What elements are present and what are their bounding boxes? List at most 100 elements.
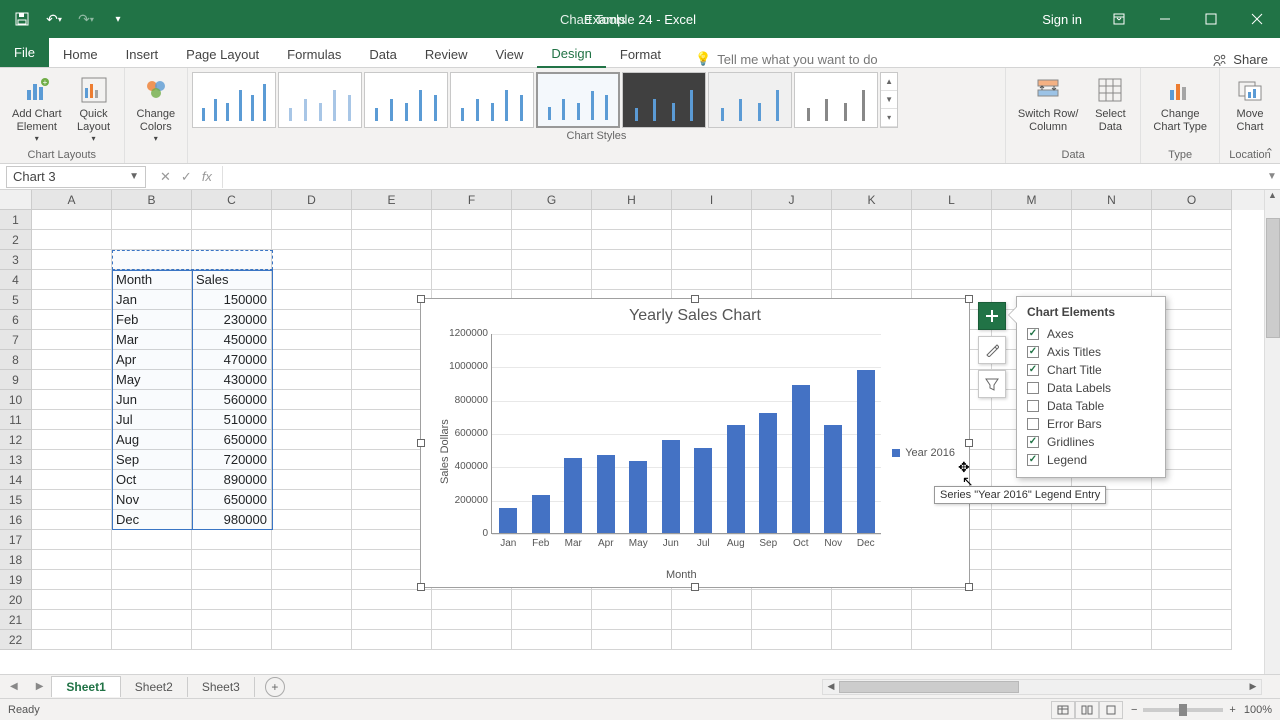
- cell[interactable]: [192, 530, 272, 550]
- cell[interactable]: [112, 250, 192, 270]
- change-chart-type-button[interactable]: Change Chart Type: [1147, 72, 1213, 136]
- cell[interactable]: [512, 590, 592, 610]
- cell[interactable]: [832, 230, 912, 250]
- cell[interactable]: [912, 610, 992, 630]
- cell[interactable]: [272, 490, 352, 510]
- chart-bar[interactable]: [662, 440, 680, 533]
- tab-view[interactable]: View: [481, 41, 537, 67]
- cell[interactable]: [752, 590, 832, 610]
- cell[interactable]: [592, 250, 672, 270]
- cell[interactable]: [832, 210, 912, 230]
- chart-styles-button[interactable]: [978, 336, 1006, 364]
- sheet-tab-1[interactable]: Sheet1: [51, 676, 120, 697]
- enter-formula-icon[interactable]: ✓: [181, 169, 192, 185]
- normal-view-icon[interactable]: [1051, 701, 1075, 719]
- sheet-tab-3[interactable]: Sheet3: [188, 677, 255, 697]
- cell[interactable]: [32, 250, 112, 270]
- move-chart-button[interactable]: Move Chart: [1226, 72, 1274, 136]
- chart-element-option[interactable]: ✓Legend: [1027, 451, 1155, 469]
- cell[interactable]: [1072, 510, 1152, 530]
- cell[interactable]: [912, 270, 992, 290]
- cell[interactable]: [1152, 550, 1232, 570]
- cell[interactable]: [192, 630, 272, 650]
- cell[interactable]: [992, 210, 1072, 230]
- checkbox[interactable]: ✓: [1027, 346, 1039, 358]
- row-header[interactable]: 15: [0, 490, 32, 510]
- signin-link[interactable]: Sign in: [1042, 12, 1082, 27]
- cell[interactable]: [832, 250, 912, 270]
- chart-element-option[interactable]: ✓Axes: [1027, 325, 1155, 343]
- cell[interactable]: [272, 590, 352, 610]
- minimize-icon[interactable]: [1142, 0, 1188, 38]
- chart-legend[interactable]: Year 2016: [892, 447, 955, 459]
- cell[interactable]: [912, 230, 992, 250]
- cell[interactable]: [672, 230, 752, 250]
- tab-file[interactable]: File: [0, 38, 49, 67]
- cell[interactable]: [32, 390, 112, 410]
- plot-area[interactable]: 020000040000060000080000010000001200000J…: [491, 334, 881, 534]
- col-header[interactable]: D: [272, 190, 352, 210]
- cell[interactable]: 470000: [192, 350, 272, 370]
- col-header[interactable]: E: [352, 190, 432, 210]
- checkbox[interactable]: [1027, 418, 1039, 430]
- chart-bar[interactable]: [792, 385, 810, 533]
- cell[interactable]: [1152, 250, 1232, 270]
- cell[interactable]: [32, 570, 112, 590]
- cell[interactable]: [992, 570, 1072, 590]
- cell[interactable]: [672, 630, 752, 650]
- cell[interactable]: Jan: [112, 290, 192, 310]
- cell[interactable]: [432, 270, 512, 290]
- cell[interactable]: [592, 590, 672, 610]
- cell[interactable]: [992, 230, 1072, 250]
- col-header[interactable]: K: [832, 190, 912, 210]
- row-header[interactable]: 13: [0, 450, 32, 470]
- chart-element-option[interactable]: Data Labels: [1027, 379, 1155, 397]
- cell[interactable]: [432, 630, 512, 650]
- col-header[interactable]: C: [192, 190, 272, 210]
- checkbox[interactable]: [1027, 382, 1039, 394]
- cell[interactable]: [832, 610, 912, 630]
- cell[interactable]: [32, 450, 112, 470]
- cell[interactable]: [1072, 590, 1152, 610]
- cell[interactable]: [32, 530, 112, 550]
- add-chart-element-button[interactable]: + Add Chart Element▾: [6, 72, 68, 146]
- page-break-view-icon[interactable]: [1099, 701, 1123, 719]
- cell[interactable]: [1152, 630, 1232, 650]
- chart-element-option[interactable]: ✓Gridlines: [1027, 433, 1155, 451]
- cell[interactable]: [512, 230, 592, 250]
- cell[interactable]: [1152, 210, 1232, 230]
- cell[interactable]: [272, 610, 352, 630]
- cell[interactable]: [1152, 590, 1232, 610]
- cell[interactable]: [32, 470, 112, 490]
- close-icon[interactable]: [1234, 0, 1280, 38]
- cell[interactable]: [272, 230, 352, 250]
- cell[interactable]: [352, 250, 432, 270]
- col-header[interactable]: O: [1152, 190, 1232, 210]
- cell[interactable]: [192, 550, 272, 570]
- maximize-icon[interactable]: [1188, 0, 1234, 38]
- x-axis-title[interactable]: Month: [666, 569, 697, 581]
- tab-page-layout[interactable]: Page Layout: [172, 41, 273, 67]
- chart-element-option[interactable]: ✓Axis Titles: [1027, 343, 1155, 361]
- share-button[interactable]: Share: [1213, 52, 1268, 67]
- row-header[interactable]: 2: [0, 230, 32, 250]
- cell[interactable]: [192, 250, 272, 270]
- cell[interactable]: [272, 450, 352, 470]
- zoom-out-icon[interactable]: −: [1131, 704, 1137, 716]
- cell[interactable]: 150000: [192, 290, 272, 310]
- formula-input[interactable]: [222, 166, 1264, 188]
- chevron-down-icon[interactable]: ▼: [129, 171, 139, 182]
- cell[interactable]: [272, 390, 352, 410]
- expand-formula-icon[interactable]: ▼: [1264, 171, 1280, 182]
- page-layout-view-icon[interactable]: [1075, 701, 1099, 719]
- cell[interactable]: [672, 210, 752, 230]
- cell[interactable]: [592, 270, 672, 290]
- cell[interactable]: [352, 610, 432, 630]
- cell[interactable]: [352, 630, 432, 650]
- cell[interactable]: [592, 210, 672, 230]
- cell[interactable]: [672, 590, 752, 610]
- cell[interactable]: 720000: [192, 450, 272, 470]
- cell[interactable]: [992, 530, 1072, 550]
- cell[interactable]: [432, 590, 512, 610]
- tell-me-search[interactable]: 💡 Tell me what you want to do: [695, 51, 878, 67]
